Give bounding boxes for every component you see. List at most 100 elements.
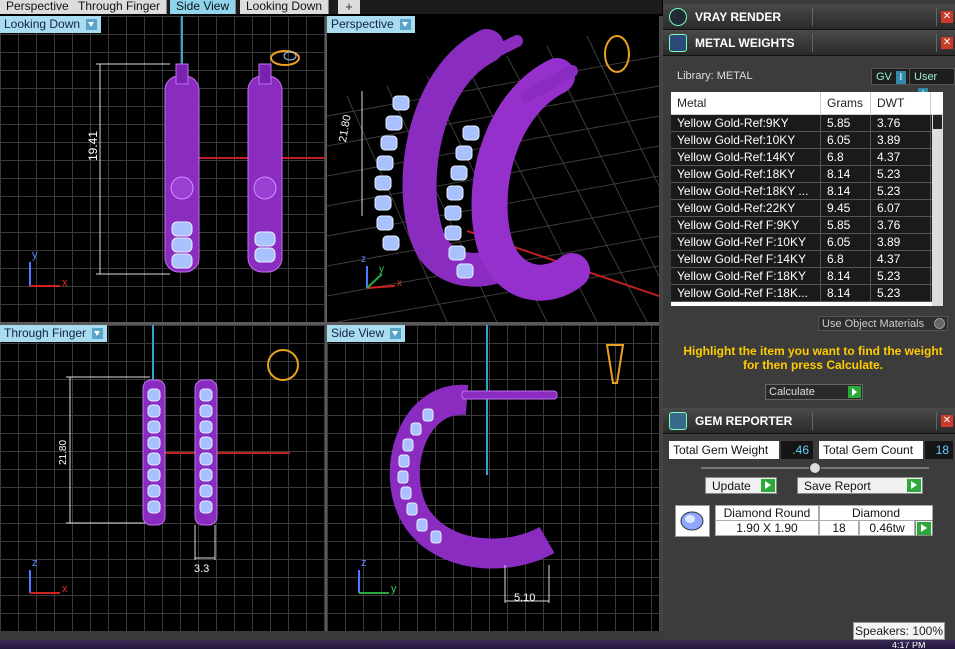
axis-label-y: y [32, 249, 38, 261]
calculate-label: Calculate [769, 386, 815, 398]
metal-table: Metal Grams DWT Yellow Gold-Ref:9KY 5.85 3… [671, 92, 943, 306]
header-separator [812, 8, 813, 26]
grams-cell: 9.45 [821, 200, 871, 216]
viewport-label-side-view[interactable]: Side View [327, 325, 406, 342]
side-view-canvas [358, 325, 625, 603]
tab-looking-down[interactable]: Looking Down [240, 0, 330, 14]
slider-knob[interactable] [809, 462, 821, 474]
tab-perspective[interactable]: Perspective [0, 0, 76, 14]
dropdown-arrow-icon[interactable] [390, 328, 402, 339]
user-toggle[interactable]: UserI [909, 68, 955, 101]
grams-cell: 6.8 [821, 149, 871, 165]
grams-cell: 6.05 [821, 234, 871, 250]
table-row[interactable]: Yellow Gold-Ref F:14KY 6.8 4.37 [671, 251, 943, 268]
metal-name-cell: Yellow Gold-Ref F:10KY [671, 234, 821, 250]
table-row[interactable]: Yellow Gold-Ref F:9KY 5.85 3.76 [671, 217, 943, 234]
save-report-button[interactable]: Save Report [797, 477, 923, 494]
view-tab-bar: Perspective Through Finger Side View Loo… [0, 0, 662, 14]
column-header-metal[interactable]: Metal [671, 92, 821, 114]
viewport-perspective[interactable]: 21.80 z x y Perspective [327, 16, 659, 322]
column-header-grams[interactable]: Grams [821, 92, 871, 114]
dwt-cell: 3.76 [871, 217, 931, 233]
scrollbar-thumb[interactable] [933, 115, 942, 129]
play-arrow-icon [848, 386, 861, 398]
dropdown-arrow-icon[interactable] [92, 328, 104, 339]
taskbar [0, 640, 955, 649]
use-object-materials-label: Use Object Materials [822, 318, 925, 330]
dimension-label: 21.80 [58, 439, 69, 465]
gem-item-go-button[interactable] [915, 520, 933, 536]
close-icon[interactable]: ✕ [941, 37, 953, 49]
viewport-title: Side View [331, 326, 385, 340]
table-row[interactable]: Yellow Gold-Ref F:18KY 8.14 5.23 [671, 268, 943, 285]
dimension-label: 5.10 [514, 592, 536, 604]
metal-name-cell: Yellow Gold-Ref:14KY [671, 149, 821, 165]
gv-toggle[interactable]: GV I [871, 68, 911, 85]
dwt-cell: 3.89 [871, 234, 931, 250]
dwt-cell: 5.23 [871, 268, 931, 284]
axis-label-x: x [397, 278, 402, 289]
use-object-materials-toggle[interactable]: Use Object Materials [818, 316, 948, 331]
dropdown-arrow-icon[interactable] [399, 19, 411, 30]
tab-side-view[interactable]: Side View [170, 0, 237, 14]
total-gem-weight-value: .46 [781, 441, 813, 459]
viewport-looking-down[interactable]: 19.41 y x Looking Down [0, 16, 325, 322]
grams-cell: 8.14 [821, 166, 871, 182]
gem-count: 18 [819, 520, 859, 536]
grams-cell: 8.14 [821, 183, 871, 199]
metal-name-cell: Yellow Gold-Ref F:18KY [671, 268, 821, 284]
header-separator [812, 412, 813, 430]
metal-weights-title: METAL WEIGHTS [695, 36, 795, 50]
viewport-label-through-finger[interactable]: Through Finger [0, 325, 108, 342]
dropdown-arrow-icon[interactable] [86, 19, 98, 30]
metal-name-cell: Yellow Gold-Ref F:14KY [671, 251, 821, 267]
gem-reporter-header[interactable]: GEM REPORTER ✕ [663, 408, 955, 434]
play-arrow-icon [907, 479, 921, 492]
dwt-cell: 3.89 [871, 132, 931, 148]
column-header-dwt[interactable]: DWT [871, 92, 931, 114]
viewport-title: Through Finger [4, 326, 87, 340]
table-row[interactable]: Yellow Gold-Ref:9KY 5.85 3.76 [671, 115, 943, 132]
viewport-divider-horizontal[interactable] [0, 322, 659, 325]
grams-cell: 8.14 [821, 268, 871, 284]
grams-cell: 6.05 [821, 132, 871, 148]
vray-title: VRAY RENDER [695, 10, 782, 24]
metal-name-cell: Yellow Gold-Ref:9KY [671, 115, 821, 131]
axis-label-z: z [32, 557, 38, 569]
perspective-canvas [327, 29, 659, 322]
metal-weights-header[interactable]: METAL WEIGHTS ✕ [663, 30, 955, 56]
table-row[interactable]: Yellow Gold-Ref:22KY 9.45 6.07 [671, 200, 943, 217]
viewport-label-perspective[interactable]: Perspective [327, 16, 415, 33]
dwt-cell: 5.23 [871, 285, 931, 301]
table-row[interactable]: Yellow Gold-Ref:10KY 6.05 3.89 [671, 132, 943, 149]
viewport-bottom-edge [0, 631, 663, 640]
table-row[interactable]: Yellow Gold-Ref:14KY 6.8 4.37 [671, 149, 943, 166]
gem-size: 1.90 X 1.90 [715, 520, 819, 536]
viewport-through-finger[interactable]: 21.80 3.3 z x Through Finger [0, 325, 325, 631]
vray-render-header[interactable]: VRAY RENDER ✕ [663, 4, 955, 30]
total-gem-count-label: Total Gem Count [819, 441, 923, 459]
taskbar-clock[interactable]: 4:17 PM [892, 642, 926, 649]
viewport-label-looking-down[interactable]: Looking Down [0, 16, 102, 33]
vray-icon [669, 8, 687, 26]
close-icon[interactable]: ✕ [941, 415, 953, 427]
close-icon[interactable]: ✕ [941, 11, 953, 23]
update-button[interactable]: Update [705, 477, 777, 494]
table-row[interactable]: Yellow Gold-Ref:18KY 8.14 5.23 [671, 166, 943, 183]
looking-down-canvas [29, 16, 325, 287]
gem-slider[interactable] [701, 462, 929, 474]
viewport-side-view[interactable]: 5.10 z y Side View [327, 325, 659, 631]
tab-through-finger[interactable]: Through Finger [72, 0, 168, 14]
grams-cell: 6.8 [821, 251, 871, 267]
table-row[interactable]: Yellow Gold-Ref F:10KY 6.05 3.89 [671, 234, 943, 251]
radio-icon [934, 318, 945, 329]
gem-material: Diamond [819, 505, 933, 521]
calculate-button[interactable]: Calculate [765, 384, 863, 400]
gem-item[interactable]: Diamond Round 1.90 X 1.90 Diamond 18 0.4… [675, 505, 935, 537]
table-row[interactable]: Yellow Gold-Ref:18KY ... 8.14 5.23 [671, 183, 943, 200]
viewport-title: Looking Down [4, 17, 81, 31]
add-tab-button[interactable]: + [338, 0, 360, 14]
metal-table-scrollbar[interactable] [932, 115, 943, 306]
header-separator [936, 34, 937, 52]
table-row[interactable]: Yellow Gold-Ref F:18K... 8.14 5.23 [671, 285, 943, 302]
